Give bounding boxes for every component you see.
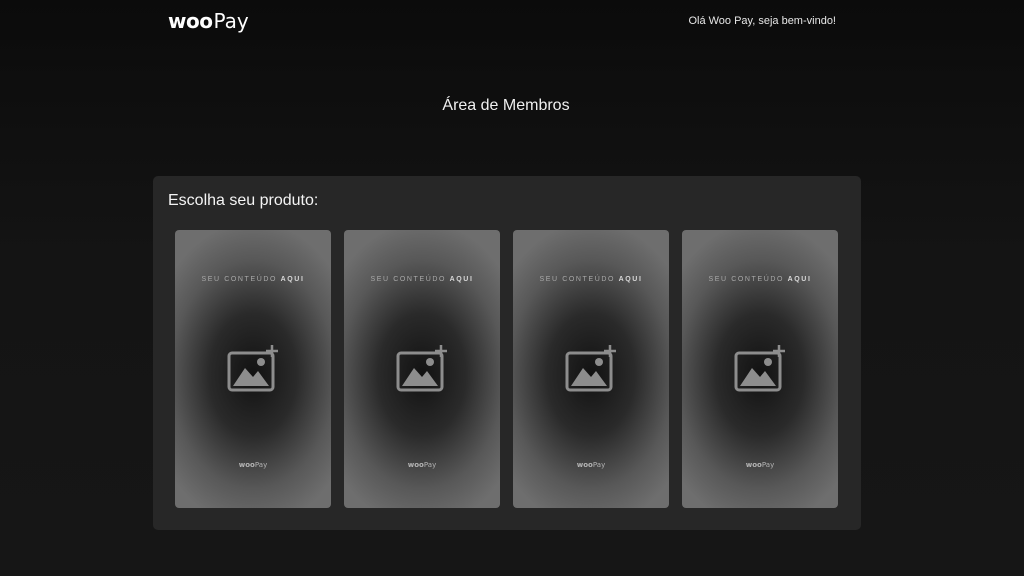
product-card[interactable]: SEU CONTEÚDO AQUI wooPay — [344, 230, 500, 508]
top-bar: woo Pay Olá Woo Pay, seja bem-vindo! — [0, 0, 1024, 44]
card-caption: SEU CONTEÚDO AQUI — [682, 276, 838, 283]
card-caption-bold: AQUI — [449, 276, 474, 283]
add-image-icon — [227, 345, 278, 392]
card-caption: SEU CONTEÚDO AQUI — [344, 276, 500, 283]
card-logo: wooPay — [344, 461, 500, 469]
card-caption-light: SEU CONTEÚDO — [708, 276, 785, 283]
product-card[interactable]: SEU CONTEÚDO AQUI wooPay — [513, 230, 669, 508]
woopay-logo[interactable]: woo Pay — [168, 9, 249, 35]
card-caption: SEU CONTEÚDO AQUI — [175, 276, 331, 283]
card-logo: wooPay — [175, 461, 331, 469]
card-caption: SEU CONTEÚDO AQUI — [513, 276, 669, 283]
card-caption-bold: AQUI — [787, 276, 812, 283]
card-caption-light: SEU CONTEÚDO — [201, 276, 278, 283]
product-card[interactable]: SEU CONTEÚDO AQUI wooPay — [175, 230, 331, 508]
card-caption-bold: AQUI — [618, 276, 643, 283]
add-image-icon — [734, 345, 785, 392]
product-card[interactable]: SEU CONTEÚDO AQUI wooPay — [682, 230, 838, 508]
product-panel: Escolha seu produto: SEU CONTEÚDO AQUI w… — [153, 176, 861, 530]
card-logo: wooPay — [513, 461, 669, 469]
add-image-icon — [565, 345, 616, 392]
card-logo-pay: Pay — [592, 461, 606, 469]
welcome-greeting: Olá Woo Pay, seja bem-vindo! — [688, 15, 836, 27]
card-logo-pay: Pay — [254, 461, 268, 469]
card-logo-pay: Pay — [423, 461, 437, 469]
card-logo-woo: woo — [745, 461, 762, 469]
page-title: Área de Membros — [442, 97, 570, 114]
card-logo: wooPay — [682, 461, 838, 469]
panel-title: Escolha seu produto: — [168, 192, 319, 209]
card-caption-bold: AQUI — [280, 276, 305, 283]
card-logo-woo: woo — [576, 461, 593, 469]
card-logo-woo: woo — [407, 461, 424, 469]
add-image-icon — [396, 345, 447, 392]
card-caption-light: SEU CONTEÚDO — [539, 276, 616, 283]
logo-woo-text: woo — [168, 9, 213, 33]
product-cards: SEU CONTEÚDO AQUI wooPay SEU CONTEÚDO AQ… — [175, 230, 838, 508]
card-logo-woo: woo — [238, 461, 255, 469]
card-logo-pay: Pay — [761, 461, 775, 469]
logo-pay-text: Pay — [213, 9, 249, 33]
card-caption-light: SEU CONTEÚDO — [370, 276, 447, 283]
